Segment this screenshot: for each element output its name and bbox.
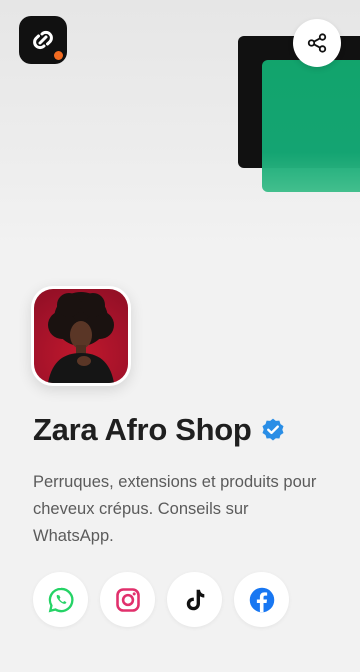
facebook-icon <box>249 587 274 612</box>
facebook-link[interactable] <box>234 572 289 627</box>
link-chain-icon <box>33 30 53 50</box>
profile-bio: Perruques, extensions et produits pour c… <box>33 473 317 545</box>
share-icon <box>307 33 327 53</box>
profile-name: Zara Afro Shop <box>33 412 252 447</box>
tiktok-link[interactable] <box>167 572 222 627</box>
social-links <box>33 572 289 627</box>
app-logo[interactable] <box>19 16 67 64</box>
instagram-link[interactable] <box>100 572 155 627</box>
tiktok-icon <box>186 589 204 610</box>
profile-title-row: Zara Afro Shop <box>33 412 286 448</box>
instagram-icon <box>115 587 140 612</box>
cover-decoration-green <box>262 60 360 192</box>
avatar-photo <box>34 289 128 383</box>
whatsapp-icon <box>48 587 73 612</box>
portrait-illustration <box>48 292 114 383</box>
verified-badge-icon <box>262 418 284 441</box>
logo-dot <box>54 51 63 60</box>
whatsapp-link[interactable] <box>33 572 88 627</box>
share-button[interactable] <box>293 19 341 67</box>
avatar[interactable] <box>31 286 131 386</box>
profile-page: Zara Afro Shop Perruques, extensions et … <box>0 0 360 672</box>
